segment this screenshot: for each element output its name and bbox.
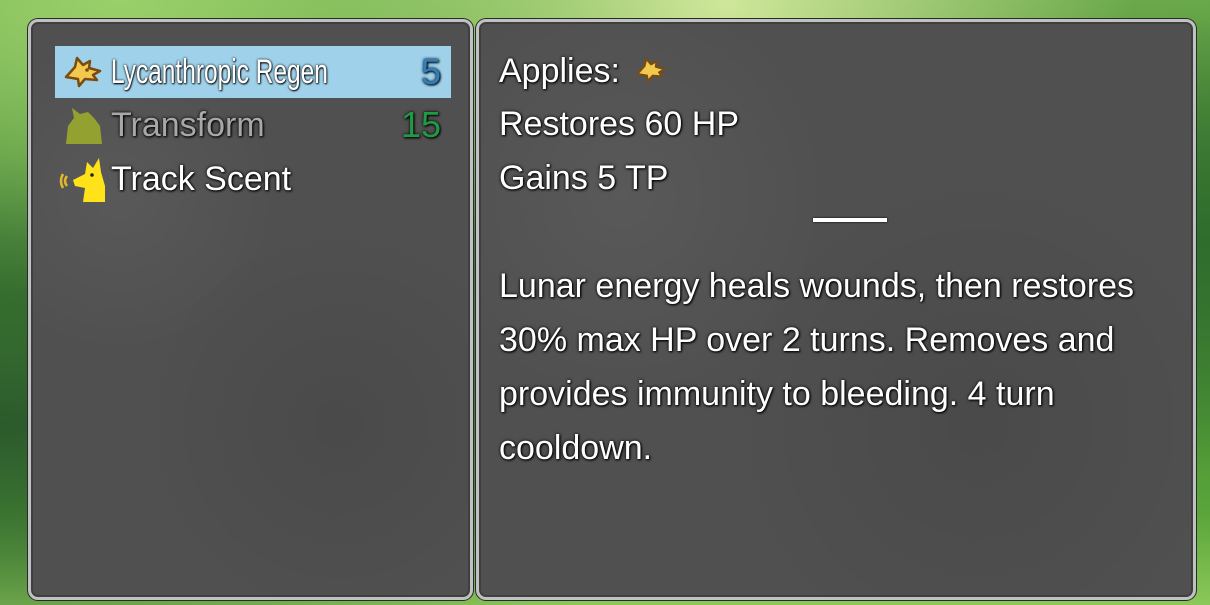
applies-line: Applies: [499,52,667,93]
description-line: cooldown. [499,429,653,467]
skill-item-transform[interactable]: Transform 15 [55,99,451,151]
section-divider [813,218,887,222]
description-line: provides immunity to bleeding. 4 turn [499,375,1055,413]
skill-name: Track Scent [111,159,292,198]
wolf-head-icon [59,48,107,96]
beast-silhouette-icon [59,101,107,149]
effect-gains-tp: Gains 5 TP [499,159,669,197]
skill-list-window: Lycanthropic Regen 5 Transform 15 Track … [28,19,473,600]
skill-name: Lycanthropic Regen [111,52,328,91]
description-line: Lunar energy heals wounds, then restores [499,267,1135,305]
skill-item-track-scent[interactable]: Track Scent [55,153,451,205]
applies-label: Applies: [499,52,620,90]
skill-cost: 15 [400,104,441,145]
skill-name: Transform [111,105,265,144]
wolf-head-icon [635,54,667,93]
effect-restores-hp: Restores 60 HP [499,105,739,143]
sniffing-wolf-icon [59,155,107,203]
skill-item-lycanthropic-regen[interactable]: Lycanthropic Regen 5 [55,46,451,98]
description-line: 30% max HP over 2 turns. Removes and [499,321,1115,359]
skill-cost: 5 [420,51,441,92]
skill-detail-window: Applies: Restores 60 HP Gains 5 TP Lunar… [476,19,1196,600]
